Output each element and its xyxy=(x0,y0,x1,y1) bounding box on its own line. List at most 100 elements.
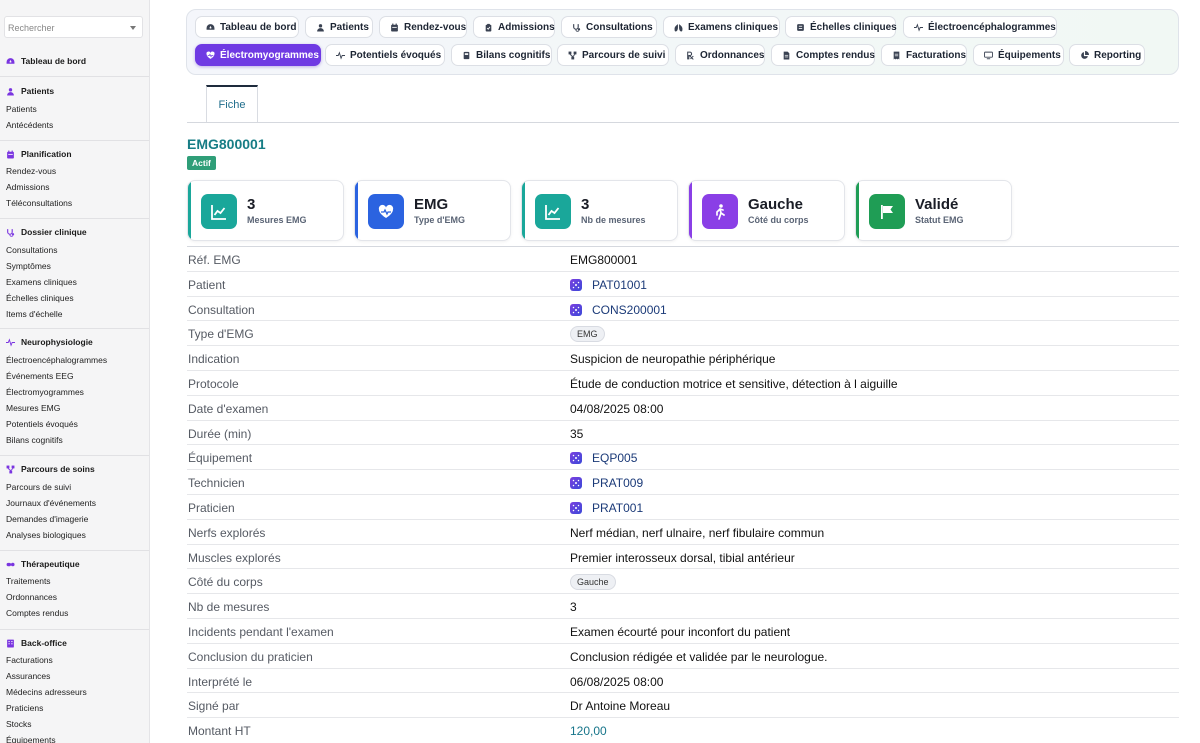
stat-value: 3 xyxy=(581,196,590,213)
tab-label: Admissions xyxy=(498,21,555,33)
sidebar-item-admissions[interactable]: Admissions xyxy=(6,181,49,193)
field-value[interactable]: CONS200001 xyxy=(570,303,667,317)
sidebar-item-journaux-d-evenements[interactable]: Journaux d'événements xyxy=(6,497,96,509)
search-input[interactable]: Rechercher xyxy=(4,16,143,38)
tab-electroencephalogrammes[interactable]: Électroencéphalogrammes xyxy=(903,16,1057,38)
stat-card-type-d-emg: EMG Type d'EMG xyxy=(354,180,511,241)
tab-echelles-cliniques[interactable]: Échelles cliniques xyxy=(785,16,897,38)
sidebar-section-patients[interactable]: Patients xyxy=(6,85,54,97)
sidebar-item-comptes-rendus[interactable]: Comptes rendus xyxy=(6,607,68,619)
tab-rendez-vous[interactable]: Rendez-vous xyxy=(379,16,467,38)
stat-label: Mesures EMG xyxy=(247,215,307,225)
card-accent-bar xyxy=(188,181,191,240)
tab-label: Patients xyxy=(330,21,369,33)
table-row: Protocole Étude de conduction motrice et … xyxy=(187,369,1179,395)
tab-label: Équipements xyxy=(998,49,1061,61)
tab-consultations[interactable]: Consultations xyxy=(561,16,657,38)
chart-icon xyxy=(201,194,237,229)
sidebar-item-traitements[interactable]: Traitements xyxy=(6,575,51,587)
link-text[interactable]: EQP005 xyxy=(592,451,637,465)
sidebar-section-back-office[interactable]: Back-office xyxy=(6,637,67,649)
tab-parcours-de-suivi[interactable]: Parcours de suivi xyxy=(557,44,669,66)
sidebar-item-facturations[interactable]: Facturations xyxy=(6,654,53,666)
sidebar-item-demandes-d-imagerie[interactable]: Demandes d'imagerie xyxy=(6,513,88,525)
link-text[interactable]: CONS200001 xyxy=(592,303,667,317)
field-label: Consultation xyxy=(188,302,255,317)
link-text[interactable]: PRAT009 xyxy=(592,476,643,490)
link-text[interactable]: PRAT001 xyxy=(592,501,643,515)
tab-potentiels-evoques[interactable]: Potentiels évoqués xyxy=(325,44,445,66)
tab-label: Électromyogrammes xyxy=(220,49,319,61)
calendar-icon xyxy=(390,23,404,32)
sidebar-item-items-d-echelle[interactable]: Items d'échelle xyxy=(6,308,62,320)
tab-admissions[interactable]: Admissions xyxy=(473,16,555,38)
link-text[interactable]: PAT01001 xyxy=(592,278,647,292)
chevron-down-icon[interactable] xyxy=(130,26,136,30)
link-node-icon xyxy=(570,501,582,514)
sidebar-item-patients[interactable]: Patients xyxy=(6,103,37,115)
sidebar-section-neurophysiologie[interactable]: Neurophysiologie xyxy=(6,336,93,348)
tab-facturations[interactable]: Facturations xyxy=(881,44,967,66)
clipboard-icon xyxy=(484,23,498,32)
sidebar-item-parcours-de-suivi[interactable]: Parcours de suivi xyxy=(6,481,71,493)
sidebar-divider xyxy=(0,629,149,630)
field-value[interactable]: PRAT009 xyxy=(570,476,643,490)
field-label: Équipement xyxy=(188,451,253,466)
sidebar-item-analyses-biologiques[interactable]: Analyses biologiques xyxy=(6,529,86,541)
table-row: Consultation CONS200001 xyxy=(187,295,1179,321)
table-row: Interprété le 06/08/2025 08:00 xyxy=(187,667,1179,693)
sidebar-section-tableau-de-bord[interactable]: Tableau de bord xyxy=(6,55,86,67)
tab-label: Reporting xyxy=(1094,49,1142,61)
field-label: Nerfs explorés xyxy=(188,525,266,540)
tab-label: Comptes rendus xyxy=(796,49,875,61)
field-value: 04/08/2025 08:00 xyxy=(570,401,664,416)
tab-examens-cliniques[interactable]: Examens cliniques xyxy=(663,16,780,38)
monitor-icon xyxy=(984,51,998,60)
tab-fiche[interactable]: Fiche xyxy=(206,85,258,123)
sidebar-item-evenements-eeg[interactable]: Événements EEG xyxy=(6,370,74,382)
field-value[interactable]: PAT01001 xyxy=(570,278,647,292)
sidebar-section-planification[interactable]: Planification xyxy=(6,148,72,160)
stat-value: EMG xyxy=(414,196,449,213)
sidebar-section-parcours-de-soins[interactable]: Parcours de soins xyxy=(6,463,95,475)
sidebar-item-equipements[interactable]: Équipements xyxy=(6,734,56,743)
field-value: 120,00 xyxy=(570,724,607,739)
field-label: Praticien xyxy=(188,500,235,515)
sidebar-item-bilans-cognitifs[interactable]: Bilans cognitifs xyxy=(6,434,63,446)
field-label: Technicien xyxy=(188,476,245,491)
sidebar-item-mesures-emg[interactable]: Mesures EMG xyxy=(6,402,60,414)
waveform-icon xyxy=(336,50,350,60)
table-row: Réf. EMG EMG800001 xyxy=(187,246,1179,271)
sidebar-item-consultations[interactable]: Consultations xyxy=(6,244,58,256)
tab-equipements[interactable]: Équipements xyxy=(973,44,1064,66)
sidebar-item-rendez-vous[interactable]: Rendez-vous xyxy=(6,165,56,177)
field-value[interactable]: EQP005 xyxy=(570,451,637,465)
tab-electromyogrammes[interactable]: Électromyogrammes xyxy=(195,44,321,66)
sidebar-section-therapeutique[interactable]: Thérapeutique xyxy=(6,558,80,570)
table-row: Patient PAT01001 xyxy=(187,270,1179,296)
field-value[interactable]: PRAT001 xyxy=(570,501,643,515)
sidebar-item-ordonnances[interactable]: Ordonnances xyxy=(6,591,57,603)
tab-tableau-de-bord[interactable]: Tableau de bord xyxy=(195,16,299,38)
sidebar-item-teleconsultations[interactable]: Téléconsultations xyxy=(6,197,72,209)
tab-ordonnances[interactable]: Ordonnances xyxy=(675,44,765,66)
sidebar-item-examens-cliniques[interactable]: Examens cliniques xyxy=(6,276,77,288)
tab-bilans-cognitifs[interactable]: Bilans cognitifs xyxy=(451,44,552,66)
sidebar-item-stocks[interactable]: Stocks xyxy=(6,718,32,730)
tab-label: Rendez-vous xyxy=(404,21,467,33)
tab-patients[interactable]: Patients xyxy=(305,16,373,38)
sidebar-item-antecedents[interactable]: Antécédents xyxy=(6,119,53,131)
sidebar-section-dossier-clinique[interactable]: Dossier clinique xyxy=(6,226,87,238)
sidebar-item-potentiels-evoques[interactable]: Potentiels évoqués xyxy=(6,418,78,430)
sidebar-item-medecins-adresseurs[interactable]: Médecins adresseurs xyxy=(6,686,87,698)
sidebar-item-praticiens[interactable]: Praticiens xyxy=(6,702,43,714)
sidebar-item-assurances[interactable]: Assurances xyxy=(6,670,50,682)
pie-chart-icon xyxy=(1080,50,1094,60)
sidebar-item-electroencephalogrammes[interactable]: Électroencéphalogrammes xyxy=(6,354,107,366)
tab-reporting[interactable]: Reporting xyxy=(1069,44,1145,66)
sidebar-item-echelles-cliniques[interactable]: Échelles cliniques xyxy=(6,292,74,304)
sidebar-item-electromyogrammes[interactable]: Électromyogrammes xyxy=(6,386,84,398)
sidebar-item-symptomes[interactable]: Symptômes xyxy=(6,260,51,272)
flag-icon xyxy=(869,194,905,229)
tab-comptes-rendus[interactable]: Comptes rendus xyxy=(771,44,875,66)
